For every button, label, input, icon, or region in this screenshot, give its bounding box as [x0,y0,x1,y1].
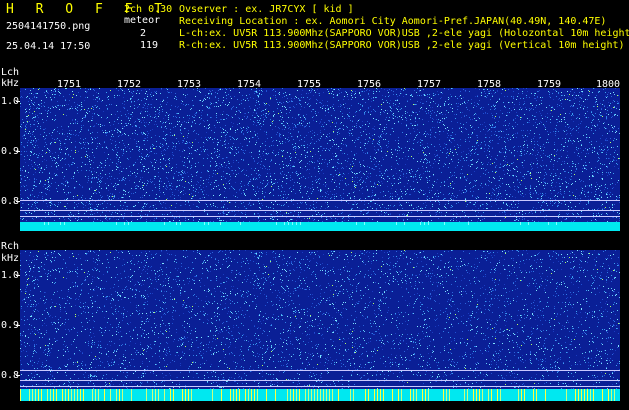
capture-datetime: 25.04.14 17:50 [6,42,90,52]
lch-spectrogram [20,88,620,231]
header: H R O F F T 2ch 0.30 2504141750.png mete… [0,0,629,62]
observer-line: Ovserver : ex. JR7CYX [ kid ] [179,5,354,15]
rch-meteor-count: 119 [140,41,158,51]
location-line: Receiving Location : ex. Aomori City Aom… [179,17,606,27]
image-filename: 2504141750.png [6,22,90,32]
rch-spectrogram [20,250,620,401]
lch-spectrogram-canvas [20,88,620,231]
lch-meteor-count: 2 [140,29,146,39]
meteor-label: meteor [124,16,160,26]
lch-khz-label: kHz [1,78,19,89]
rch-label: Rch [1,241,19,252]
rch-info-line: R-ch:ex. UV5R 113.900Mhz(SAPPORO VOR)USB… [179,41,625,51]
rch-spectrogram-canvas [20,250,620,401]
rch-khz-label: kHz [1,253,19,264]
app-version: 2ch 0.30 [124,5,172,15]
lch-info-line: L-ch:ex. UV5R 113.900Mhz(SAPPORO VOR)USB… [179,29,629,39]
lch-label: Lch [1,67,19,78]
